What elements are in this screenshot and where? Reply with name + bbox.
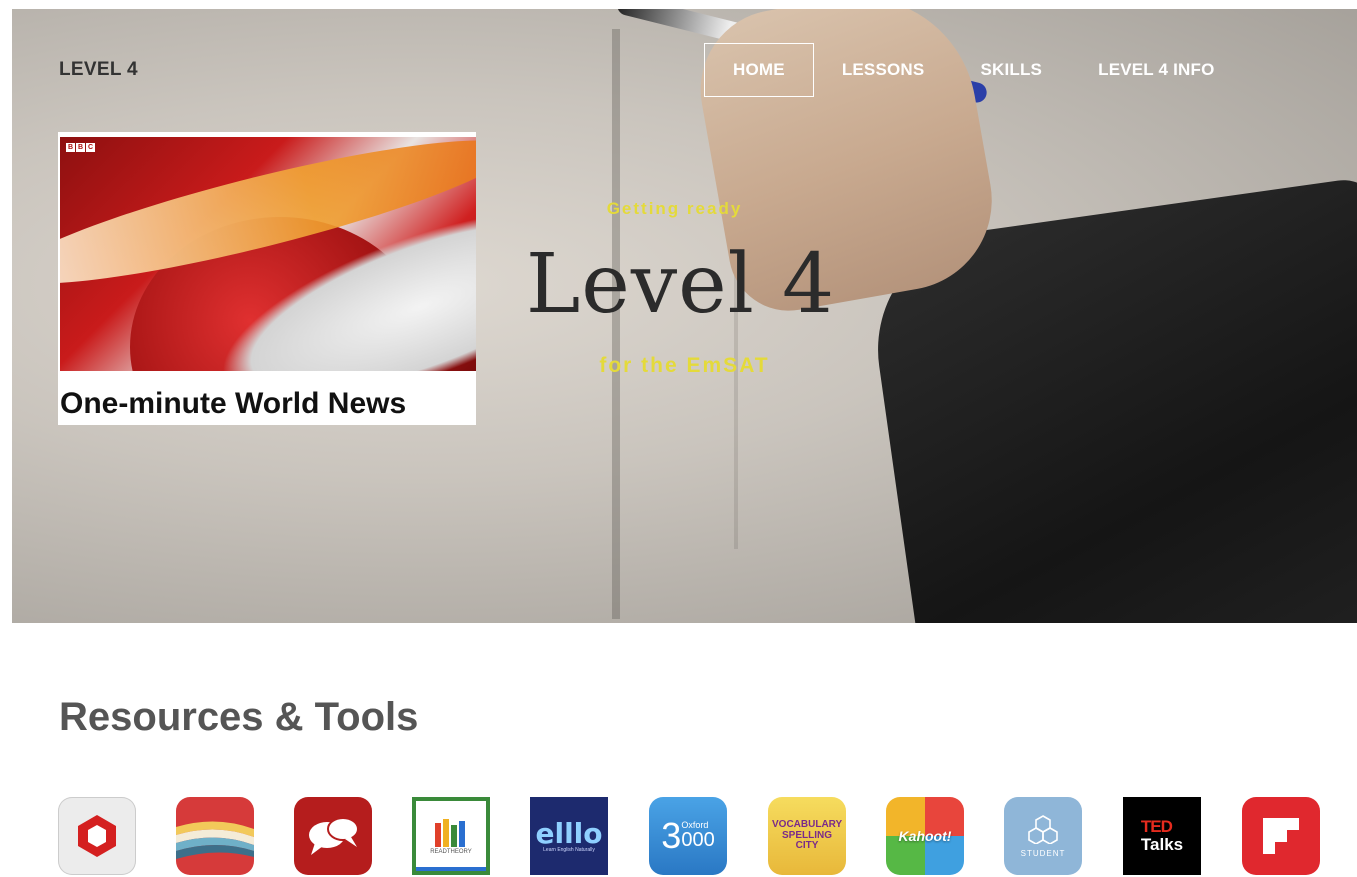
ted-talks-app-icon[interactable]: TED Talks [1123,797,1201,875]
resources-tool-list: READTHEORY elllo Learn English Naturally… [58,797,1328,877]
nav-lessons[interactable]: LESSONS [814,43,953,97]
world-news-card[interactable]: B B C One-minute World News [58,132,476,425]
oxford-3000-app-icon[interactable]: 3 Oxford 000 [649,797,727,875]
world-news-thumbnail[interactable]: B B C [60,137,476,371]
chat-bubbles-app-icon[interactable] [294,797,372,875]
nav-home[interactable]: HOME [704,43,814,97]
bbc-logo: B B C [66,143,95,152]
stripes-app-icon[interactable] [176,797,254,875]
readtheory-app-icon[interactable]: READTHEORY [412,797,490,875]
world-news-title[interactable]: One-minute World News [60,387,406,421]
nav-skills[interactable]: SKILLS [952,43,1070,97]
kahoot-app-icon[interactable]: Kahoot! [886,797,964,875]
site-brand[interactable]: LEVEL 4 [59,59,138,81]
student-app-icon[interactable]: STUDENT [1004,797,1082,875]
vocabulary-spelling-city-app-icon[interactable]: VOCABULARY SPELLING CITY [768,797,846,875]
main-nav: HOME LESSONS SKILLS LEVEL 4 INFO [704,43,1243,97]
nav-level-4-info[interactable]: LEVEL 4 INFO [1070,43,1242,97]
flipboard-app-icon[interactable] [1242,797,1320,875]
resources-heading: Resources & Tools [59,695,419,739]
elllo-app-icon[interactable]: elllo Learn English Naturally [530,797,608,875]
hexagon-app-icon[interactable] [58,797,136,875]
